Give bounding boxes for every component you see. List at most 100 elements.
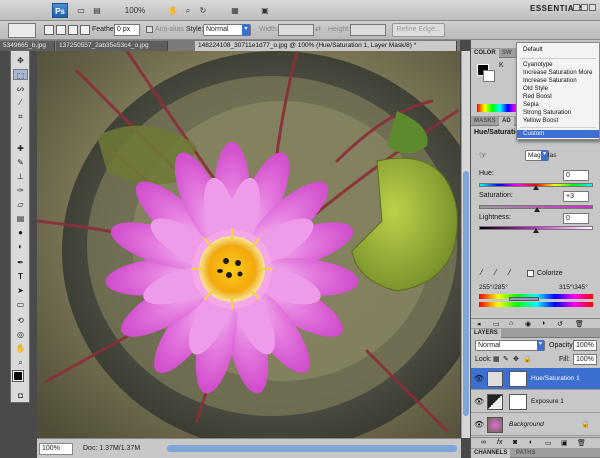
document-canvas[interactable] [37,51,460,438]
opacity-field[interactable]: 100% [573,340,597,351]
lightness-slider-thumb[interactable] [533,228,539,233]
eye-icon[interactable]: 👁 [474,420,484,429]
blur-tool-icon[interactable]: ● [13,227,28,238]
dodge-tool-icon[interactable]: ◐ [13,241,28,252]
view-previous-icon[interactable]: ◑ [541,320,545,327]
delete-layer-icon[interactable]: 🗑 [577,439,586,447]
link-layers-icon[interactable]: ∞ [481,439,486,446]
lightness-field[interactable]: 0 [563,213,589,224]
layer-row-hue-saturation[interactable]: 👁 Hue/Saturation 1 [471,368,600,390]
swap-dimensions-icon[interactable]: ⇄ [315,25,321,33]
move-tool-icon[interactable]: ✥ [13,55,28,66]
eraser-tool-icon[interactable]: ▱ [13,199,28,210]
colorize-checkbox[interactable] [527,270,534,277]
eyedropper-icon[interactable]: ⁄ [481,268,482,277]
height-field[interactable] [350,24,386,36]
menu-item-increase-saturation-more[interactable]: Increase Saturation More [517,69,599,77]
lock-transparency-icon[interactable]: ▦ [493,355,500,363]
reset-icon[interactable]: ↺ [557,320,563,328]
menu-item-cyanotype[interactable]: Cyanotype [517,61,599,69]
horizontal-scroll-thumb[interactable] [167,445,457,452]
document-tab[interactable]: 137250557_2ab35e53c4_o.jpg [56,41,168,51]
eyedropper-minus-icon[interactable]: ⁄ [509,268,510,277]
vertical-scrollbar[interactable] [461,51,470,438]
brush-tool-icon[interactable]: ✎ [13,157,28,168]
menu-item-yellow-boost[interactable]: Yellow Boost [517,117,599,125]
color-range-selector[interactable] [509,297,539,301]
eyedropper-tool-icon[interactable]: ⁄ [13,125,28,136]
tab-paths[interactable]: PATHS [513,449,538,458]
hand-tool-icon[interactable]: ✋ [168,4,178,17]
tab-channels[interactable]: CHANNELS [471,449,511,458]
path-selection-tool-icon[interactable]: ➤ [13,285,28,296]
fill-field[interactable]: 100% [573,354,597,365]
add-to-selection-icon[interactable] [56,25,66,35]
blend-mode-select[interactable]: Normal ▾ [475,340,545,351]
new-group-icon[interactable]: ▭ [545,439,552,447]
gradient-tool-icon[interactable]: ▤ [13,213,28,224]
eyedropper-plus-icon[interactable]: ⁄ [495,268,496,277]
clip-layer-icon[interactable]: ⌂ [509,320,513,327]
tab-layers[interactable]: LAYERS [471,329,501,338]
menu-item-sepia[interactable]: Sepia [517,101,599,109]
new-selection-icon[interactable] [44,25,54,35]
menu-item-old-style[interactable]: Old Style [517,85,599,93]
add-mask-icon[interactable]: ◙ [513,439,517,446]
saturation-slider-thumb[interactable] [534,207,540,212]
layer-style-icon[interactable]: fx [497,439,502,446]
clone-stamp-tool-icon[interactable]: ⊥ [13,171,28,182]
menu-item-increase-saturation[interactable]: Increase Saturation [517,77,599,85]
menu-item-custom[interactable]: Custom [517,130,599,138]
close-icon[interactable] [589,4,596,11]
3d-orbit-tool-icon[interactable]: ◎ [13,329,28,340]
mini-bridge-icon[interactable]: ▤ [90,4,104,17]
subtract-selection-icon[interactable] [68,25,78,35]
eye-icon[interactable]: 👁 [474,374,484,383]
feather-field[interactable]: 0 px [114,24,140,36]
refine-edge-button[interactable]: Refine Edge... [392,23,445,37]
zoom-tool-icon[interactable]: ⌕ [183,4,193,17]
color-background-swatch[interactable] [483,70,495,82]
document-size-info[interactable]: Doc: 1.37M/1.37M [83,445,140,452]
document-tab-active[interactable]: 148224108_30711e1d77_o.jpg @ 100% (Hue/S… [195,41,457,51]
style-select[interactable]: Normal ▾ [203,24,251,36]
tool-preset-picker[interactable] [8,23,36,38]
screen-mode-icon[interactable]: ▣ [256,4,274,17]
tab-color[interactable]: COLOR [471,49,499,58]
channel-select[interactable]: Magentas▾ [525,150,557,161]
new-adjustment-layer-icon[interactable]: ◐ [529,439,533,446]
hue-field[interactable]: 0 [563,170,589,181]
arrange-documents-icon[interactable]: ▦ [226,4,244,17]
hand-tool-icon[interactable]: ✋ [13,343,28,354]
tab-adjustments[interactable]: AD [499,117,514,126]
marquee-tool-icon[interactable]: ⬚ [13,69,28,80]
pen-tool-icon[interactable]: ✒ [13,257,28,268]
foreground-color-swatch[interactable] [12,370,24,382]
layer-row-exposure[interactable]: 👁 Exposure 1 [471,391,600,413]
zoom-field[interactable]: 100% [39,443,73,455]
width-field[interactable] [278,24,314,36]
rotate-view-icon[interactable]: ↻ [198,4,208,17]
anti-alias-checkbox[interactable] [146,26,153,33]
maximize-icon[interactable] [581,4,588,11]
menu-item-red-boost[interactable]: Red Boost [517,93,599,101]
delete-adjustment-icon[interactable]: 🗑 [575,320,584,328]
bridge-icon[interactable]: ▭ [75,4,87,17]
hue-slider-thumb[interactable] [533,185,539,190]
menu-item-default[interactable]: Default [517,46,599,54]
tab-masks[interactable]: MASKS [471,117,499,126]
shape-tool-icon[interactable]: ▭ [13,299,28,310]
expanded-view-icon[interactable]: ▭ [493,320,500,328]
visibility-icon[interactable]: ◉ [525,320,531,328]
saturation-field[interactable]: +3 [563,191,589,202]
layer-row-background[interactable]: 👁 Background 🔒 [471,414,600,436]
minimize-icon[interactable] [573,4,580,11]
lock-position-icon[interactable]: ✥ [513,355,519,363]
3d-rotate-tool-icon[interactable]: ⟲ [13,315,28,326]
history-brush-tool-icon[interactable]: ✑ [13,185,28,196]
quick-mask-icon[interactable]: ◘ [13,390,28,401]
lock-all-icon[interactable]: 🔒 [523,355,532,363]
lasso-tool-icon[interactable]: ᔕ [13,83,28,94]
layer-mask-thumbnail[interactable] [509,371,527,387]
type-tool-icon[interactable]: T [13,271,28,282]
